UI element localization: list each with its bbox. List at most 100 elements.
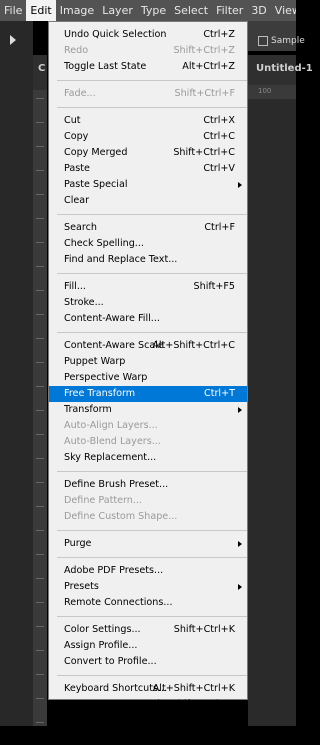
menubar-item-file[interactable]: File bbox=[0, 0, 26, 21]
document-tab[interactable]: Untitled-1 bbox=[248, 55, 313, 85]
canvas-area[interactable] bbox=[248, 99, 296, 726]
menu-item-auto-blend-layers: Auto-Blend Layers... bbox=[49, 434, 247, 450]
menu-item-copy-merged[interactable]: Copy Merged Shift+Ctrl+C bbox=[49, 145, 247, 161]
menu-item-color-settings[interactable]: Color Settings... Shift+Ctrl+K bbox=[49, 622, 247, 638]
menu-item-convert-to-profile[interactable]: Convert to Profile... bbox=[49, 654, 247, 670]
menu-item-content-aware-scale[interactable]: Content-Aware Scale Alt+Shift+Ctrl+C bbox=[49, 338, 247, 354]
ruler-tick bbox=[36, 242, 44, 243]
ruler-tick bbox=[36, 362, 44, 363]
menu-item-label: Preferences bbox=[64, 731, 121, 742]
menu-item-label: Puppet Warp bbox=[64, 356, 126, 367]
menu-item-label: Purge bbox=[64, 538, 92, 549]
menu-item-label: Fill... bbox=[64, 281, 86, 292]
menu-separator bbox=[57, 675, 247, 676]
menubar-item-filter[interactable]: Filter bbox=[212, 0, 247, 21]
menu-separator bbox=[57, 107, 247, 108]
menu-item-transform[interactable]: Transform bbox=[49, 402, 247, 418]
menu-item-label: Check Spelling... bbox=[64, 238, 144, 249]
menu-separator bbox=[57, 214, 247, 215]
menubar-item-edit[interactable]: Edit bbox=[26, 0, 56, 21]
menu-item-perspective-warp[interactable]: Perspective Warp bbox=[49, 370, 247, 386]
menubar-item-view[interactable]: View bbox=[271, 0, 296, 21]
ruler-tick bbox=[36, 266, 44, 267]
menu-item-label: Define Brush Preset... bbox=[64, 479, 169, 490]
menu-item-content-aware-fill[interactable]: Content-Aware Fill... bbox=[49, 311, 247, 327]
ruler-tick bbox=[36, 578, 44, 579]
panel-collapse-arrow-icon[interactable] bbox=[10, 35, 16, 45]
ruler-tick bbox=[36, 674, 44, 675]
menu-item-label: Cut bbox=[64, 115, 81, 126]
menu-item-search[interactable]: Search Ctrl+F bbox=[49, 220, 247, 236]
menu-item-fade: Fade... Shift+Ctrl+F bbox=[49, 86, 247, 102]
menu-item-adobe-pdf-presets[interactable]: Adobe PDF Presets... bbox=[49, 563, 247, 579]
menu-item-check-spelling[interactable]: Check Spelling... bbox=[49, 236, 247, 252]
menu-item-shortcut: Ctrl+T bbox=[204, 388, 235, 399]
ruler-tick bbox=[36, 506, 44, 507]
menu-item-label: Transform bbox=[64, 404, 112, 415]
menu-item-find-and-replace-text[interactable]: Find and Replace Text... bbox=[49, 252, 247, 268]
menu-item-label: Presets bbox=[64, 581, 99, 592]
menubar-item-image[interactable]: Image bbox=[56, 0, 98, 21]
menu-item-puppet-warp[interactable]: Puppet Warp bbox=[49, 354, 247, 370]
ruler-tick bbox=[36, 122, 44, 123]
menu-item-shortcut: Alt+Shift+Ctrl+M bbox=[150, 699, 235, 710]
menu-item-label: Sky Replacement... bbox=[64, 452, 157, 463]
checkbox-icon bbox=[258, 36, 268, 46]
menu-item-stroke[interactable]: Stroke... bbox=[49, 295, 247, 311]
menu-item-define-brush-preset[interactable]: Define Brush Preset... bbox=[49, 477, 247, 493]
menu-item-shortcut: Ctrl+V bbox=[203, 163, 235, 174]
panel-tab-label: C bbox=[38, 63, 46, 74]
menu-item-sky-replacement[interactable]: Sky Replacement... bbox=[49, 450, 247, 466]
menu-item-label: Free Transform bbox=[64, 388, 136, 399]
menu-item-clear[interactable]: Clear bbox=[49, 193, 247, 209]
ruler-tick bbox=[36, 530, 44, 531]
menubar-item-select[interactable]: Select bbox=[170, 0, 212, 21]
menubar-item-layer[interactable]: Layer bbox=[98, 0, 137, 21]
menu-item-fill[interactable]: Fill... Shift+F5 bbox=[49, 279, 247, 295]
menu-item-define-custom-shape: Define Custom Shape... bbox=[49, 509, 247, 525]
menu-item-toggle-last-state[interactable]: Toggle Last State Alt+Ctrl+Z bbox=[49, 59, 247, 75]
menu-item-assign-profile[interactable]: Assign Profile... bbox=[49, 638, 247, 654]
menu-item-purge[interactable]: Purge bbox=[49, 536, 247, 552]
submenu-arrow-icon bbox=[238, 584, 242, 590]
menu-item-copy[interactable]: Copy Ctrl+C bbox=[49, 129, 247, 145]
menu-item-presets[interactable]: Presets bbox=[49, 579, 247, 595]
menu-separator bbox=[57, 273, 247, 274]
menu-item-paste-special[interactable]: Paste Special bbox=[49, 177, 247, 193]
menu-item-label: Fade... bbox=[64, 88, 96, 99]
ruler-tick bbox=[36, 98, 44, 99]
menu-item-undo-quick-selection[interactable]: Undo Quick Selection Ctrl+Z bbox=[49, 27, 247, 43]
menu-item-shortcut: Shift+Ctrl+C bbox=[173, 147, 235, 158]
menu-item-free-transform[interactable]: Free Transform Ctrl+T bbox=[49, 386, 247, 402]
menu-item-label: Paste bbox=[64, 163, 90, 174]
menu-item-label: Define Custom Shape... bbox=[64, 511, 178, 522]
ruler-tick bbox=[36, 314, 44, 315]
sample-all-layers-checkbox[interactable]: Sample bbox=[258, 36, 305, 46]
ruler-label: 100 bbox=[258, 87, 272, 95]
menu-item-label: Menus... bbox=[64, 699, 105, 710]
menu-item-label: Define Pattern... bbox=[64, 495, 143, 506]
menu-item-label: Convert to Profile... bbox=[64, 656, 157, 667]
menubar-item-3d[interactable]: 3D bbox=[247, 0, 270, 21]
menu-item-label: Find and Replace Text... bbox=[64, 254, 178, 265]
document-tab-title: Untitled-1 bbox=[256, 63, 313, 74]
ruler-tick bbox=[36, 290, 44, 291]
ruler-tick bbox=[36, 434, 44, 435]
menu-item-shortcut: Alt+Shift+Ctrl+K bbox=[152, 683, 235, 694]
menu-item-cut[interactable]: Cut Ctrl+X bbox=[49, 113, 247, 129]
panel-tab-strip: C bbox=[33, 55, 47, 90]
menu-item-remote-connections[interactable]: Remote Connections... bbox=[49, 595, 247, 611]
menubar-item-type[interactable]: Type bbox=[137, 0, 170, 21]
menu-item-keyboard-shortcuts[interactable]: Keyboard Shortcuts... Alt+Shift+Ctrl+K bbox=[49, 681, 247, 697]
menu-item-toolbar[interactable]: Toolbar... bbox=[49, 713, 247, 729]
menu-item-paste[interactable]: Paste Ctrl+V bbox=[49, 161, 247, 177]
menu-separator bbox=[57, 616, 247, 617]
vertical-ruler bbox=[33, 90, 47, 726]
ruler-tick bbox=[36, 218, 44, 219]
menu-item-label: Undo Quick Selection bbox=[64, 29, 167, 40]
menu-separator bbox=[57, 530, 247, 531]
menu-item-preferences[interactable]: Preferences bbox=[49, 729, 247, 745]
submenu-arrow-icon bbox=[238, 541, 242, 547]
menu-item-menus[interactable]: Menus... Alt+Shift+Ctrl+M bbox=[49, 697, 247, 713]
menu-item-label: Paste Special bbox=[64, 179, 128, 190]
